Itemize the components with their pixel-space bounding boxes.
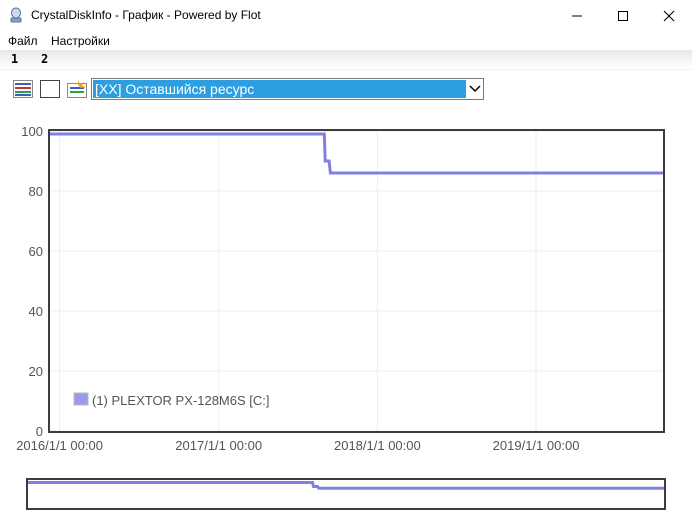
maximize-icon [618, 10, 628, 21]
overview-chart [26, 478, 666, 510]
tab-2[interactable]: 2 [41, 52, 48, 66]
chevron-down-icon [466, 79, 483, 99]
menu-settings[interactable]: Настройки [51, 34, 110, 48]
y-tick-label: 0 [36, 424, 43, 439]
multi-graph-icon[interactable] [13, 80, 33, 98]
chart-grid [50, 130, 663, 432]
close-icon [663, 10, 675, 21]
legend: (1) PLEXTOR PX-128M6S [C:] [73, 392, 270, 408]
window-title: CrystalDiskInfo - График - Powered by Fl… [31, 8, 261, 22]
crystaldiskinfo-app-icon [10, 7, 22, 23]
blank-graph-icon[interactable] [40, 80, 60, 98]
x-tick-label: 2017/1/1 00:00 [175, 438, 262, 453]
menu-file[interactable]: Файл [8, 34, 38, 48]
x-axis-ticks: 2016/1/1 00:00 2017/1/1 00:00 2018/1/1 00:… [16, 438, 579, 453]
main-chart: 0 20 40 60 80 100 2016/1/1 00:00 2017/1/1 00:0… [16, 124, 665, 453]
y-tick-label: 60 [29, 244, 43, 259]
minimize-button[interactable] [554, 0, 600, 31]
y-tick-label: 40 [29, 304, 43, 319]
menu-bar: Файл Настройки [0, 32, 692, 50]
plot-border [48, 129, 665, 433]
y-axis-ticks: 0 20 40 60 80 100 [21, 124, 43, 439]
y-tick-label: 100 [21, 124, 43, 139]
tab-1[interactable]: 1 [11, 52, 18, 66]
attribute-select-value: [XX] Оставшийся ресурс [93, 80, 466, 98]
tab-strip: 1 2 [0, 50, 692, 70]
x-tick-label: 2016/1/1 00:00 [16, 438, 103, 453]
clear-graph-icon[interactable] [67, 80, 87, 98]
title-bar: CrystalDiskInfo - График - Powered by Fl… [0, 0, 692, 31]
series-line [50, 132, 663, 175]
legend-label: (1) PLEXTOR PX-128M6S [C:] [92, 393, 270, 408]
close-button[interactable] [646, 0, 692, 31]
minimize-icon [572, 15, 582, 16]
legend-swatch [73, 392, 89, 406]
x-tick-label: 2019/1/1 00:00 [493, 438, 580, 453]
x-tick-label: 2018/1/1 00:00 [334, 438, 421, 453]
maximize-button[interactable] [600, 0, 646, 31]
y-tick-label: 80 [29, 184, 43, 199]
y-tick-label: 20 [29, 364, 43, 379]
attribute-select[interactable]: [XX] Оставшийся ресурс [91, 78, 484, 100]
